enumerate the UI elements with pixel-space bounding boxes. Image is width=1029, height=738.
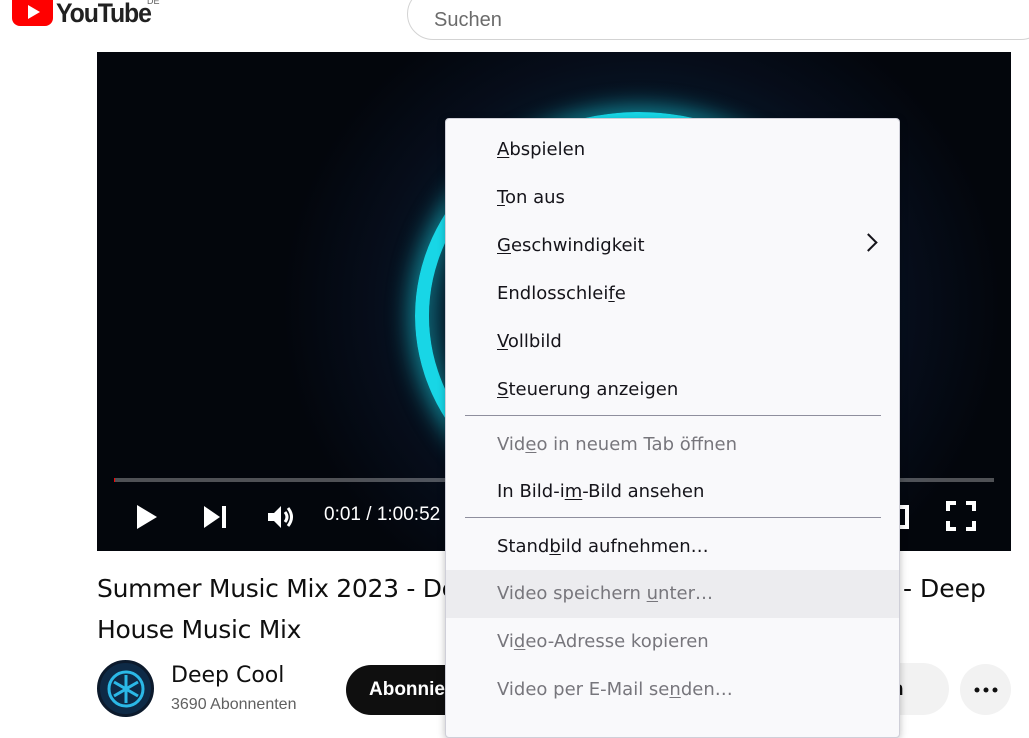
chevron-right-icon bbox=[859, 233, 877, 251]
volume-icon bbox=[266, 503, 296, 531]
menu-item-fullscreen[interactable]: Vollbild bbox=[446, 318, 899, 366]
snowflake-icon bbox=[106, 669, 146, 709]
search-box[interactable] bbox=[407, 0, 1029, 40]
time-display: 0:01 / 1:00:52 bbox=[324, 504, 440, 526]
context-menu: Abspielen Ton aus Geschwindigkeit Endlos… bbox=[445, 118, 900, 738]
country-code: DE bbox=[147, 0, 160, 6]
menu-item-open-in-new-tab[interactable]: Video in neuem Tab öffnen bbox=[446, 421, 899, 469]
next-icon bbox=[201, 503, 229, 531]
mute-button[interactable] bbox=[265, 502, 297, 532]
more-dots-icon bbox=[974, 687, 998, 693]
menu-item-loop[interactable]: Endlosschleife bbox=[446, 270, 899, 318]
menu-item-mute[interactable]: Ton aus bbox=[446, 174, 899, 222]
menu-item-show-controls[interactable]: Steuerung anzeigen bbox=[446, 366, 899, 414]
menu-item-email-video[interactable]: Video per E-Mail senden… bbox=[446, 666, 899, 714]
fullscreen-icon bbox=[946, 501, 976, 531]
menu-item-picture-in-picture[interactable]: In Bild-im-Bild ansehen bbox=[446, 468, 899, 516]
search-input[interactable] bbox=[432, 8, 1029, 33]
menu-item-copy-video-address[interactable]: Video-Adresse kopieren bbox=[446, 618, 899, 666]
channel-avatar[interactable] bbox=[97, 660, 154, 717]
menu-item-take-snapshot[interactable]: Standbild aufnehmen… bbox=[446, 523, 899, 571]
next-button[interactable] bbox=[200, 502, 230, 532]
video-title-line2: House Music Mix bbox=[97, 615, 301, 644]
youtube-logo[interactable]: YouTube bbox=[12, 0, 159, 26]
play-button[interactable] bbox=[133, 502, 161, 532]
channel-name[interactable]: Deep Cool bbox=[171, 663, 284, 688]
more-actions-button[interactable] bbox=[960, 664, 1011, 715]
menu-separator bbox=[465, 517, 881, 518]
menu-item-play[interactable]: Abspielen bbox=[446, 126, 899, 174]
fullscreen-button[interactable] bbox=[945, 500, 977, 532]
youtube-play-icon bbox=[12, 0, 53, 26]
logo-text: YouTube bbox=[56, 0, 151, 26]
play-icon bbox=[135, 503, 159, 531]
subscriber-count: 3690 Abonnenten bbox=[171, 696, 296, 714]
video-title-line1-end: - Deep bbox=[903, 568, 986, 609]
video-title-line1: Summer Music Mix 2023 - De bbox=[97, 574, 457, 603]
menu-item-speed[interactable]: Geschwindigkeit bbox=[446, 222, 899, 270]
menu-separator bbox=[465, 415, 881, 416]
menu-item-save-video[interactable]: Video speichern unter… bbox=[446, 570, 899, 618]
